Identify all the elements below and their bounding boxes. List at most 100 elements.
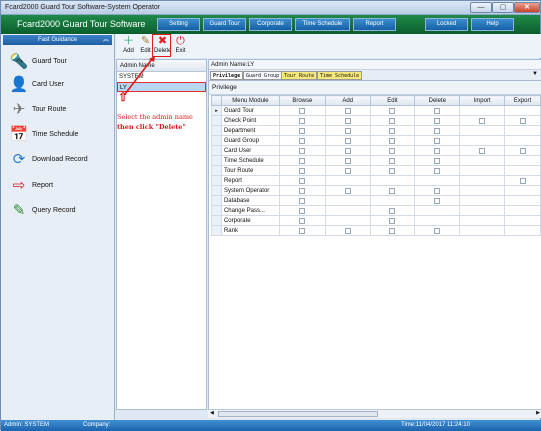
privilege-checkbox[interactable] bbox=[344, 187, 351, 194]
privilege-checkbox[interactable] bbox=[344, 127, 351, 134]
privilege-checkbox[interactable] bbox=[434, 187, 441, 194]
sidebar-item-guard-tour[interactable]: 🔦 Guard Tour bbox=[9, 52, 113, 74]
privilege-checkbox[interactable] bbox=[299, 147, 306, 154]
privilege-checkbox[interactable] bbox=[299, 167, 306, 174]
menu-corporate[interactable]: Corporate bbox=[249, 18, 292, 31]
tab-time-schedule[interactable]: Time Schedule bbox=[317, 71, 363, 80]
row-header[interactable] bbox=[211, 125, 222, 136]
table-row[interactable]: Tour Route bbox=[211, 165, 541, 176]
privilege-checkbox[interactable] bbox=[299, 157, 306, 164]
col-browse[interactable]: Browse bbox=[278, 95, 326, 106]
privilege-checkbox[interactable] bbox=[434, 197, 441, 204]
privilege-checkbox[interactable] bbox=[434, 227, 441, 234]
privilege-checkbox[interactable] bbox=[389, 127, 396, 134]
privilege-checkbox[interactable] bbox=[519, 177, 526, 184]
table-row[interactable]: Database bbox=[211, 195, 541, 206]
privilege-checkbox[interactable] bbox=[389, 227, 396, 234]
sidebar-item-report[interactable]: ⇨ Report bbox=[9, 176, 113, 198]
col-add[interactable]: Add bbox=[324, 95, 371, 106]
privilege-checkbox[interactable] bbox=[389, 217, 396, 224]
dropdown-arrow-icon[interactable]: ▼ bbox=[532, 71, 538, 77]
privilege-checkbox[interactable] bbox=[299, 177, 306, 184]
row-header[interactable] bbox=[211, 175, 222, 186]
sidebar-item-query-record[interactable]: ✎ Query Record bbox=[9, 201, 113, 223]
row-header[interactable] bbox=[211, 225, 222, 236]
exit-button[interactable]: ⏻ Exit bbox=[172, 35, 189, 57]
privilege-checkbox[interactable] bbox=[299, 127, 306, 134]
menu-guard-tour[interactable]: Guard Tour bbox=[203, 18, 246, 31]
privilege-checkbox[interactable] bbox=[344, 107, 351, 114]
menu-time-schedule[interactable]: Time Schedule bbox=[295, 18, 350, 31]
privilege-checkbox[interactable] bbox=[389, 167, 396, 174]
sidebar-item-card-user[interactable]: 👤 Card User bbox=[9, 75, 113, 97]
row-header[interactable] bbox=[211, 135, 222, 146]
scroll-right-icon[interactable]: ▶ bbox=[536, 410, 540, 416]
row-header[interactable] bbox=[211, 165, 222, 176]
privilege-checkbox[interactable] bbox=[299, 227, 306, 234]
table-row[interactable]: ▸ Guard Tour bbox=[211, 105, 541, 116]
maximize-button[interactable]: ▢ bbox=[492, 2, 514, 13]
privilege-checkbox[interactable] bbox=[389, 187, 396, 194]
tab-privilege[interactable]: Privilege bbox=[210, 71, 244, 80]
privilege-checkbox[interactable] bbox=[299, 217, 306, 224]
privilege-checkbox[interactable] bbox=[479, 117, 486, 124]
privilege-checkbox[interactable] bbox=[299, 117, 306, 124]
table-row[interactable]: Check Point bbox=[211, 115, 541, 126]
close-button[interactable]: ✕ bbox=[514, 2, 540, 13]
sidebar-item-download-record[interactable]: ⟳ Download Record bbox=[9, 150, 113, 172]
col-edit[interactable]: Edit bbox=[369, 95, 416, 106]
menu-report[interactable]: Report bbox=[353, 18, 396, 31]
chevron-up-icon[interactable]: ︽ bbox=[103, 35, 109, 45]
privilege-checkbox[interactable] bbox=[389, 117, 396, 124]
table-row[interactable]: Change Pass... bbox=[211, 205, 541, 216]
sidebar-item-time-schedule[interactable]: 📅 Time Schedule bbox=[9, 125, 113, 147]
scroll-left-icon[interactable]: ◀ bbox=[210, 410, 214, 416]
col-import[interactable]: Import bbox=[459, 95, 506, 106]
table-row[interactable]: Report bbox=[211, 175, 541, 186]
privilege-checkbox[interactable] bbox=[434, 167, 441, 174]
tab-tour-route[interactable]: Tour Route bbox=[281, 71, 318, 80]
privilege-checkbox[interactable] bbox=[299, 207, 306, 214]
privilege-checkbox[interactable] bbox=[389, 107, 396, 114]
col-delete[interactable]: Delete bbox=[414, 95, 461, 106]
privilege-checkbox[interactable] bbox=[434, 127, 441, 134]
privilege-checkbox[interactable] bbox=[389, 207, 396, 214]
fast-guidance-header[interactable]: Fast Guidance ︽ bbox=[3, 35, 112, 45]
privilege-checkbox[interactable] bbox=[299, 137, 306, 144]
privilege-checkbox[interactable] bbox=[434, 137, 441, 144]
sidebar-item-tour-route[interactable]: ✈ Tour Route bbox=[9, 100, 113, 122]
tab-guard-group[interactable]: Guard Group bbox=[243, 71, 283, 80]
minimize-button[interactable]: — bbox=[470, 2, 492, 13]
privilege-checkbox[interactable] bbox=[519, 117, 526, 124]
table-row[interactable]: Rank bbox=[211, 225, 541, 236]
privilege-checkbox[interactable] bbox=[389, 147, 396, 154]
menu-locked[interactable]: Locked bbox=[425, 18, 468, 31]
col-export[interactable]: Export bbox=[504, 95, 541, 106]
row-header[interactable]: ▸ bbox=[211, 105, 222, 116]
table-row[interactable]: Corporate bbox=[211, 215, 541, 226]
col-menu-module[interactable]: Menu Module bbox=[220, 95, 280, 106]
add-button[interactable]: ＋ Add bbox=[120, 35, 137, 57]
privilege-checkbox[interactable] bbox=[344, 227, 351, 234]
privilege-checkbox[interactable] bbox=[344, 117, 351, 124]
scroll-thumb[interactable] bbox=[218, 411, 378, 417]
row-header[interactable] bbox=[211, 205, 222, 216]
privilege-checkbox[interactable] bbox=[299, 107, 306, 114]
privilege-checkbox[interactable] bbox=[344, 147, 351, 154]
privilege-checkbox[interactable] bbox=[434, 107, 441, 114]
privilege-checkbox[interactable] bbox=[344, 157, 351, 164]
horizontal-scrollbar[interactable]: ◀ ▶ bbox=[208, 409, 541, 418]
privilege-checkbox[interactable] bbox=[479, 147, 486, 154]
row-header[interactable] bbox=[211, 185, 222, 196]
table-row[interactable]: Time Schedule bbox=[211, 155, 541, 166]
row-header[interactable] bbox=[211, 195, 222, 206]
table-row[interactable]: Card User bbox=[211, 145, 541, 156]
privilege-checkbox[interactable] bbox=[344, 137, 351, 144]
row-header[interactable] bbox=[211, 155, 222, 166]
privilege-checkbox[interactable] bbox=[434, 147, 441, 154]
privilege-checkbox[interactable] bbox=[344, 167, 351, 174]
privilege-checkbox[interactable] bbox=[299, 197, 306, 204]
privilege-checkbox[interactable] bbox=[389, 157, 396, 164]
table-row[interactable]: Department bbox=[211, 125, 541, 136]
menu-setting[interactable]: Setting bbox=[157, 18, 200, 31]
